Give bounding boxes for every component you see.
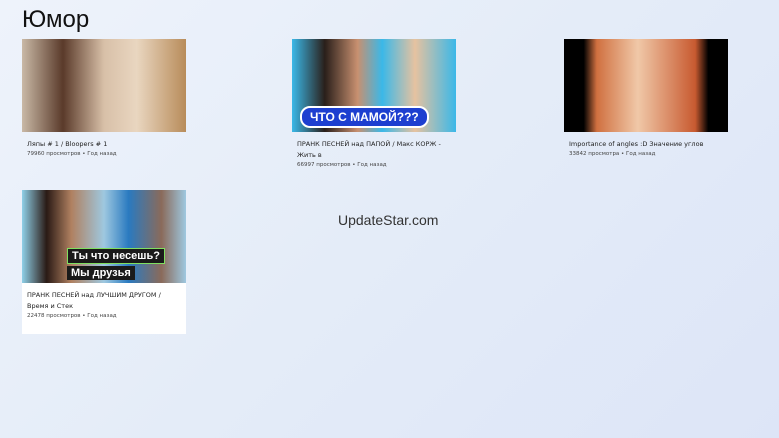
video-card[interactable]: Ты что несешь? Мы друзья ПРАНК ПЕСНЕЙ на…: [22, 190, 186, 334]
thumbnail-overlay-text: Ты что несешь?: [67, 248, 165, 264]
video-title[interactable]: ПРАНК ПЕСНЕЙ над ПАПОЙ / Макс КОРЖ - Жит…: [297, 139, 451, 161]
page-title: Юмор: [22, 6, 90, 33]
video-thumbnail[interactable]: ЧТО С МАМОЙ???: [292, 39, 456, 132]
video-title[interactable]: Importance of angles :D Значение углов: [569, 139, 723, 150]
video-card[interactable]: ЧТО С МАМОЙ??? ПРАНК ПЕСНЕЙ над ПАПОЙ / …: [292, 39, 456, 170]
thumbnail-overlay-text: ЧТО С МАМОЙ???: [300, 106, 429, 128]
video-card[interactable]: Ляпы # 1 / Bloopers # 1 79960 просмотров…: [22, 39, 186, 159]
video-thumbnail[interactable]: Ты что несешь? Мы друзья: [22, 190, 186, 283]
video-thumbnail[interactable]: [564, 39, 728, 132]
thumbnail-overlay-text-2: Мы друзья: [67, 266, 135, 280]
video-title[interactable]: ПРАНК ПЕСНЕЙ над ЛУЧШИМ ДРУГОМ / Время и…: [27, 290, 181, 312]
video-meta: 79960 просмотров • Год назад: [27, 151, 117, 157]
video-meta: 22478 просмотров • Год назад: [27, 313, 117, 319]
video-meta: 66997 просмотров • Год назад: [297, 162, 387, 168]
video-thumbnail[interactable]: [22, 39, 186, 132]
video-meta: 33842 просмотра • Год назад: [569, 151, 656, 157]
video-title[interactable]: Ляпы # 1 / Bloopers # 1: [27, 139, 181, 150]
video-card[interactable]: Importance of angles :D Значение углов 3…: [564, 39, 728, 159]
watermark: UpdateStar.com: [338, 212, 439, 228]
